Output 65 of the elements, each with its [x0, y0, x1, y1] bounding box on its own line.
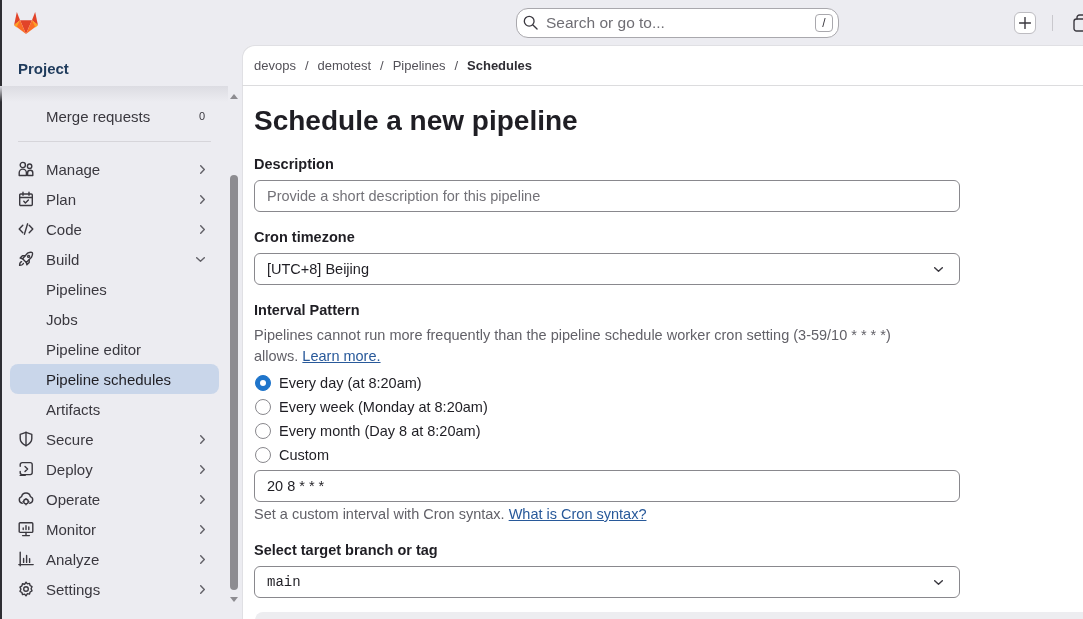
option-label[interactable]: Custom — [279, 447, 329, 463]
option-label[interactable]: Every month (Day 8 at 8:20am) — [279, 423, 481, 439]
breadcrumb-link[interactable]: demotest — [317, 57, 372, 73]
cloud-gear-icon — [18, 491, 34, 507]
nav-item[interactable]: Deploy — [10, 454, 219, 484]
nav-subitem[interactable]: Pipeline schedules — [10, 364, 219, 394]
radio-button[interactable] — [255, 447, 271, 463]
branch-select[interactable]: main — [254, 566, 960, 598]
nav-item[interactable]: Analyze — [10, 544, 219, 574]
field-label: Description — [254, 155, 334, 174]
breadcrumb-separator: / — [304, 57, 309, 73]
cron-input[interactable]: 20 8 * * * — [254, 470, 960, 502]
nav-subitem[interactable]: Jobs — [10, 304, 219, 334]
users-icon — [18, 161, 34, 177]
cron-syntax-link[interactable]: What is Cron syntax? — [508, 506, 647, 522]
help-text: Set a custom interval with Cron syntax. What is Cron syntax? — [254, 505, 648, 524]
chevron-down-icon — [934, 579, 943, 585]
option-label[interactable]: Every week (Monday at 8:20am) — [279, 399, 488, 415]
description-input[interactable]: Provide a short description for this pipeline — [254, 180, 960, 212]
option-label[interactable]: Every day (at 8:20am) — [279, 375, 422, 391]
radio-button[interactable] — [255, 423, 271, 439]
page-title: Schedule a new pipeline — [254, 104, 578, 138]
field-label: Select target branch or tag — [254, 541, 438, 560]
nav-subitem[interactable]: Artifacts — [10, 394, 219, 424]
search-icon — [523, 15, 538, 30]
square-chevron-icon — [18, 461, 34, 477]
plus-icon — [1019, 16, 1031, 29]
nav-subitem[interactable]: Pipelines — [10, 274, 219, 304]
nav-item[interactable]: Build — [10, 244, 219, 274]
scroll-up-arrow-icon — [230, 94, 238, 99]
nav-item[interactable]: Code — [10, 214, 219, 244]
settings-icon — [18, 581, 34, 597]
nav-item[interactable]: Manage — [10, 154, 219, 184]
nav-item[interactable]: Operate — [10, 484, 219, 514]
radio-button[interactable] — [255, 375, 271, 391]
calendar-check-icon — [18, 191, 34, 207]
breadcrumb-link[interactable]: Pipelines — [392, 57, 446, 73]
scroll-down-arrow-icon — [230, 597, 238, 602]
monitor-chart-icon — [18, 521, 34, 537]
breadcrumb-link[interactable]: devops — [254, 57, 296, 73]
create-button[interactable] — [1014, 11, 1036, 34]
radio-button[interactable] — [255, 399, 271, 415]
nav-item[interactable]: Plan — [10, 184, 219, 214]
code-icon — [18, 221, 34, 237]
shield-icon — [18, 431, 34, 447]
chevron-down-icon — [934, 266, 943, 272]
nav-item[interactable]: Settings — [10, 574, 219, 604]
bar-chart-icon — [18, 551, 34, 567]
rocket-icon — [18, 251, 34, 267]
breadcrumb-current[interactable]: Schedules — [467, 57, 533, 73]
field-label: Cron timezone — [254, 228, 355, 247]
timezone-select[interactable]: [UTC+8] Beijing — [254, 253, 960, 285]
breadcrumb-separator: / — [454, 57, 459, 73]
learn-more-link[interactable]: Learn more. — [302, 348, 381, 364]
sidebar-title: Project — [17, 59, 69, 79]
copy-icon[interactable] — [1073, 13, 1083, 32]
nav-subitem[interactable]: Pipeline editor — [10, 334, 219, 364]
field-label: Interval Pattern — [254, 301, 360, 320]
nav-item[interactable]: Monitor — [10, 514, 219, 544]
help-text: Pipelines cannot run more frequently than the pipeline schedule worker cron setting (3-59/10 * * * *) allows. Learn more. — [254, 326, 892, 366]
logo-icon — [14, 11, 38, 34]
item-count: 0 — [198, 110, 206, 122]
nav-item[interactable]: Merge requests 0 — [10, 101, 219, 131]
nav-item[interactable]: Secure — [10, 424, 219, 454]
breadcrumb-separator: / — [380, 57, 384, 73]
